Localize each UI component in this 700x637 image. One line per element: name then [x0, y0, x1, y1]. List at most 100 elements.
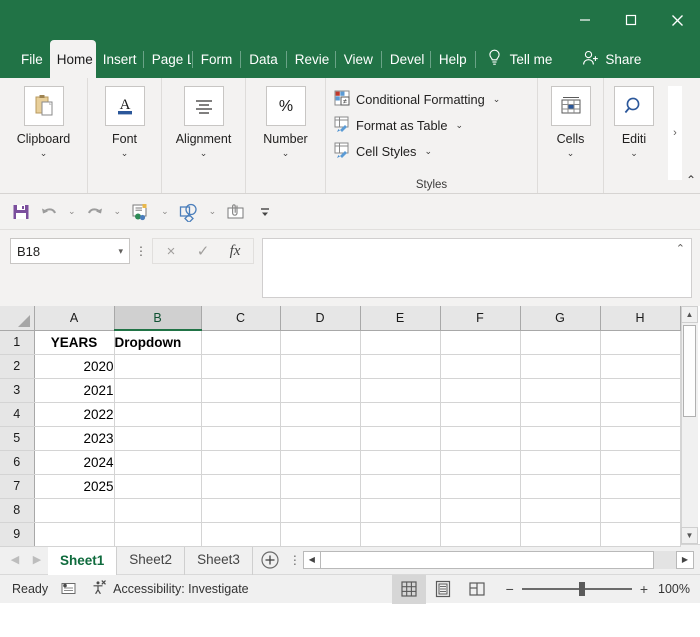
close-button[interactable] [654, 0, 700, 40]
cell-d5[interactable] [280, 426, 361, 451]
confirm-entry-button[interactable]: ✓ [187, 239, 219, 263]
zoom-out-button[interactable]: − [506, 581, 514, 597]
minimize-button[interactable] [562, 0, 608, 40]
cell-f5[interactable] [440, 426, 521, 451]
cell-c4[interactable] [201, 402, 281, 427]
cell-b6[interactable] [114, 450, 202, 475]
cell-c1[interactable] [201, 330, 281, 355]
cell-e7[interactable] [360, 474, 441, 499]
zoom-level-label[interactable]: 100% [656, 582, 690, 596]
ribbon-group-clipboard[interactable]: Clipboard ⌄ [0, 78, 88, 193]
sheet-tab-splitter[interactable]: ⋮ [287, 553, 303, 567]
customize-toolbar-button[interactable] [252, 198, 278, 226]
column-header-e[interactable]: E [360, 306, 441, 331]
cell-c8[interactable] [201, 498, 281, 523]
cell-a7[interactable]: 2025 [34, 474, 115, 499]
cell-h5[interactable] [600, 426, 681, 451]
row-header-8[interactable]: 8 [0, 498, 35, 523]
chevron-down-icon[interactable]: ⌄ [630, 148, 638, 159]
cell-g3[interactable] [520, 378, 601, 403]
cell-e3[interactable] [360, 378, 441, 403]
cell-e8[interactable] [360, 498, 441, 523]
cell-d6[interactable] [280, 450, 361, 475]
sheet-tab-sheet2[interactable]: Sheet2 [117, 544, 186, 575]
cell-d9[interactable] [280, 522, 361, 547]
cell-c9[interactable] [201, 522, 281, 547]
cell-c5[interactable] [201, 426, 281, 451]
next-sheet-button[interactable]: ▶ [26, 553, 48, 566]
attach-button[interactable] [222, 198, 250, 226]
row-header-9[interactable]: 9 [0, 522, 35, 547]
chevron-down-icon[interactable]: ⌄ [567, 148, 575, 159]
cell-d7[interactable] [280, 474, 361, 499]
cell-h6[interactable] [600, 450, 681, 475]
row-header-3[interactable]: 3 [0, 378, 35, 403]
page-layout-view-button[interactable] [426, 575, 460, 604]
ribbon-group-font[interactable]: A Font ⌄ [88, 78, 162, 193]
cell-d3[interactable] [280, 378, 361, 403]
ribbon-tab-help[interactable]: Help [432, 40, 474, 78]
ribbon-tab-formulas[interactable]: Form [194, 40, 240, 78]
cell-a1[interactable]: YEARS [34, 330, 115, 355]
cell-g2[interactable] [520, 354, 601, 379]
cell-d2[interactable] [280, 354, 361, 379]
horizontal-scroll-thumb[interactable] [320, 550, 654, 569]
column-header-h[interactable]: H [600, 306, 681, 331]
sheet-tab-sheet1[interactable]: Sheet1 [48, 544, 118, 575]
cell-g6[interactable] [520, 450, 601, 475]
redo-button[interactable] [82, 198, 108, 226]
zoom-in-button[interactable]: + [640, 581, 648, 597]
cell-a9[interactable] [34, 522, 115, 547]
cell-h3[interactable] [600, 378, 681, 403]
ribbon-tab-home[interactable]: Home [49, 40, 96, 78]
cell-f3[interactable] [440, 378, 521, 403]
cell-h1[interactable] [600, 330, 681, 355]
chevron-down-icon[interactable]: ⌄ [200, 148, 208, 159]
undo-button[interactable] [36, 198, 62, 226]
chevron-down-icon[interactable]: ▾ [118, 246, 123, 257]
cell-f9[interactable] [440, 522, 521, 547]
cell-g5[interactable] [520, 426, 601, 451]
ribbon-tab-file[interactable]: File [14, 40, 50, 78]
cell-f6[interactable] [440, 450, 521, 475]
cell-b7[interactable] [114, 474, 202, 499]
vertical-scroll-thumb[interactable] [683, 325, 696, 417]
cell-c2[interactable] [201, 354, 281, 379]
column-header-b[interactable]: B [114, 306, 202, 331]
tell-me-search[interactable]: Tell me [487, 40, 552, 78]
ribbon-group-alignment[interactable]: Alignment ⌄ [162, 78, 246, 193]
cell-g7[interactable] [520, 474, 601, 499]
cell-c6[interactable] [201, 450, 281, 475]
send-to-contacts-button[interactable] [127, 198, 155, 226]
cell-g4[interactable] [520, 402, 601, 427]
chevron-down-icon[interactable]: ⌄ [121, 148, 129, 159]
cell-h9[interactable] [600, 522, 681, 547]
cell-b8[interactable] [114, 498, 202, 523]
accessibility-checker[interactable]: Accessibility: Investigate [90, 579, 249, 599]
cell-a5[interactable]: 2023 [34, 426, 115, 451]
cell-e9[interactable] [360, 522, 441, 547]
horizontal-scroll-track[interactable] [654, 550, 676, 569]
cell-h7[interactable] [600, 474, 681, 499]
chevron-down-icon[interactable]: ⌄ [456, 120, 464, 131]
cell-d8[interactable] [280, 498, 361, 523]
zoom-slider[interactable] [521, 582, 632, 596]
formula-bar-handle[interactable]: ⋮ [130, 238, 152, 264]
scroll-down-button[interactable]: ▼ [681, 527, 698, 544]
ribbon-tab-insert[interactable]: Insert [96, 40, 142, 78]
chevron-down-icon[interactable]: ⌄ [40, 148, 48, 159]
cell-a3[interactable]: 2021 [34, 378, 115, 403]
zoom-thumb[interactable] [579, 582, 585, 596]
send-dropdown-icon[interactable]: ⌄ [157, 198, 173, 226]
scroll-up-button[interactable]: ▲ [681, 306, 698, 323]
cell-h4[interactable] [600, 402, 681, 427]
column-header-f[interactable]: F [440, 306, 521, 331]
hscroll-left-button[interactable]: ◀ [302, 550, 321, 569]
cell-g9[interactable] [520, 522, 601, 547]
ribbon-tab-page-layout[interactable]: Page L [145, 40, 191, 78]
row-header-6[interactable]: 6 [0, 450, 35, 475]
horizontal-scrollbar[interactable]: ◀ ▶ [302, 550, 694, 570]
chevron-down-icon[interactable]: ⌄ [493, 94, 501, 105]
maximize-button[interactable] [608, 0, 654, 40]
row-header-7[interactable]: 7 [0, 474, 35, 499]
